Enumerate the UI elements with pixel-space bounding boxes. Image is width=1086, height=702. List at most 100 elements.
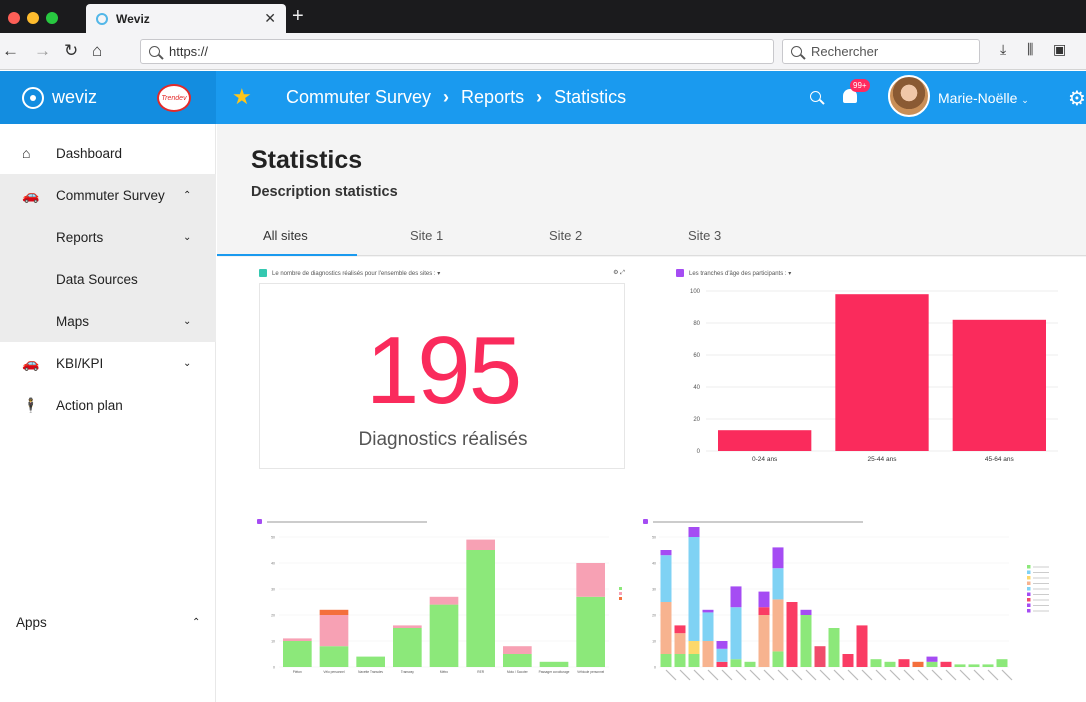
bar-segment	[870, 659, 882, 667]
reload-icon[interactable]: ↻	[64, 41, 78, 61]
downloads-icon[interactable]: ⤓	[1000, 41, 1006, 58]
x-tick-label-line	[819, 669, 831, 681]
mode-chart: 0 10 20 30 40 50 Piéton Vélo personnel Navette T…	[271, 536, 622, 674]
kpi-card-title[interactable]: Le nombre de diagnostics réalisés pour l…	[272, 270, 440, 277]
bar-segment	[758, 591, 770, 608]
bar-segment	[856, 625, 868, 667]
back-icon[interactable]: ←	[2, 41, 19, 61]
x-tick-label-line	[959, 669, 971, 681]
bar-segment	[730, 659, 742, 667]
x-tick-label-line	[679, 669, 691, 681]
sidebar-item-maps[interactable]: Maps ⌄	[0, 300, 216, 342]
sidebar-item-data-sources[interactable]: Data Sources	[0, 258, 216, 300]
app-header: weviz Trendev ★ Commuter Survey › Report…	[0, 71, 1086, 124]
search-icon	[149, 46, 160, 57]
tab-site-2[interactable]: Site 2	[549, 228, 582, 243]
y-tick-label: 20	[652, 614, 656, 618]
sidebar-item-action-plan[interactable]: 🕴 Action plan	[0, 384, 216, 426]
bar-segment	[702, 609, 714, 613]
new-tab-icon[interactable]: +	[292, 5, 304, 28]
bar-segment	[996, 659, 1008, 667]
x-tick-label: Piéton	[293, 670, 302, 674]
chevron-right-icon: ›	[443, 87, 450, 107]
browser-search-input[interactable]: Rechercher	[782, 39, 980, 64]
breadcrumb-item[interactable]: Reports	[461, 87, 524, 108]
bar-segment	[319, 609, 349, 615]
bar-segment	[968, 664, 980, 667]
bar-segment	[576, 596, 605, 667]
chevron-down-icon: ⌄	[183, 357, 192, 369]
indicator-chart-title-placeholder	[653, 520, 863, 523]
browser-tab-strip: Weviz ✕ +	[0, 0, 1086, 33]
sidebar: ⌂ Dashboard 🚗 Commuter Survey ⌃ Reports …	[0, 124, 216, 702]
sidebar-apps[interactable]: Apps ⌃	[0, 601, 216, 643]
legend-swatch	[1027, 587, 1031, 591]
search-icon	[810, 91, 821, 102]
gear-icon[interactable]: ⚙	[1068, 86, 1086, 111]
bar	[952, 319, 1046, 451]
tab-all-sites[interactable]: All sites	[263, 228, 308, 243]
widget-type-icon	[676, 269, 684, 277]
sidebar-item-kbi-kpi[interactable]: 🚗 KBI/KPI ⌄	[0, 342, 216, 384]
forward-icon[interactable]: →	[34, 41, 51, 61]
chevron-down-icon: ⌄	[183, 231, 192, 243]
bar-segment	[758, 607, 770, 615]
close-tab-icon[interactable]: ✕	[264, 10, 276, 27]
sidebar-item-label: Dashboard	[56, 145, 123, 161]
bar-segment	[926, 661, 938, 667]
url-text: https://	[169, 44, 209, 59]
sidebar-item-dashboard[interactable]: ⌂ Dashboard	[0, 132, 216, 174]
header-search-button[interactable]	[810, 89, 830, 107]
x-tick-label: Passager covoiturage	[539, 670, 570, 674]
sidebar-item-label: Reports	[56, 229, 104, 245]
x-tick-label-line	[847, 669, 859, 681]
x-tick-label: 0-24 ans	[752, 456, 778, 463]
close-window-icon[interactable]	[8, 12, 20, 24]
y-tick-label: 40	[271, 562, 275, 566]
x-tick-label-line	[987, 669, 999, 681]
bar-segment	[926, 656, 938, 662]
apps-label: Apps	[16, 614, 47, 630]
url-bar[interactable]: https://	[140, 39, 774, 64]
breadcrumb-item[interactable]: Commuter Survey	[286, 87, 431, 108]
minimize-window-icon[interactable]	[27, 12, 39, 24]
x-tick-label: Moto / Scooter	[507, 670, 529, 674]
bar	[718, 430, 812, 451]
legend-swatch	[1027, 592, 1031, 596]
browser-tab[interactable]: Weviz ✕	[86, 4, 286, 33]
indicator-chart: 0 10 20 30 40 50	[652, 527, 1049, 681]
chevron-up-icon: ⌃	[192, 616, 201, 628]
favorite-star-icon[interactable]: ★	[232, 84, 252, 110]
x-tick-label-line	[665, 669, 677, 681]
bar-segment	[842, 654, 854, 667]
age-chart-title[interactable]: Les tranches d'âge des participants : ▾	[689, 270, 791, 277]
library-icon[interactable]: ⫼	[1027, 41, 1033, 58]
home-icon[interactable]: ⌂	[92, 41, 102, 61]
sidebar-item-reports[interactable]: Reports ⌄	[0, 216, 216, 258]
avatar[interactable]	[888, 75, 930, 117]
bar	[835, 294, 929, 451]
user-name: Marie-Noëlle	[938, 90, 1018, 106]
bar-segment	[758, 615, 770, 667]
breadcrumb: Commuter Survey › Reports › Statistics	[286, 87, 626, 108]
sidebar-item-commuter-survey[interactable]: 🚗 Commuter Survey ⌃	[0, 174, 216, 216]
x-tick-label: Véhicule personnel	[577, 670, 604, 674]
x-tick-label-line	[973, 669, 985, 681]
sidebar-toggle-icon[interactable]: ▣	[1053, 41, 1066, 58]
widget-settings-icon[interactable]: ⚙ ⤢	[613, 269, 625, 277]
x-tick-label-line	[875, 669, 887, 681]
tab-site-1[interactable]: Site 1	[410, 228, 443, 243]
x-tick-label-line	[945, 669, 957, 681]
maximize-window-icon[interactable]	[46, 12, 58, 24]
sidebar-item-label: Data Sources	[56, 271, 138, 287]
y-tick-label: 0	[697, 449, 701, 455]
bar-segment	[744, 661, 756, 667]
legend-swatch	[1027, 603, 1031, 607]
brand-area[interactable]: weviz Trendev	[0, 71, 216, 124]
bar-segment	[393, 625, 422, 628]
home-icon: ⌂	[22, 145, 31, 161]
legend-swatch	[1027, 609, 1031, 613]
user-menu[interactable]: Marie-Noëlle ⌄	[938, 90, 1029, 106]
legend-swatch	[619, 592, 622, 595]
tab-site-3[interactable]: Site 3	[688, 228, 721, 243]
